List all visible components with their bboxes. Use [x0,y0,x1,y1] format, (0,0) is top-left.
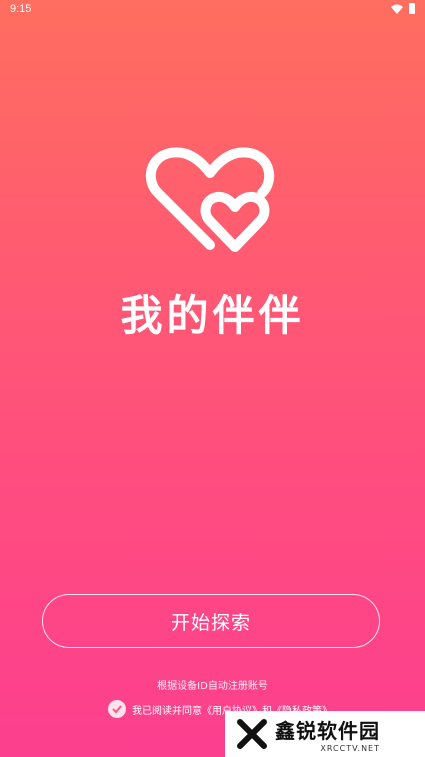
watermark-x-logo-icon [237,719,267,749]
app-name: 我的伴伴 [120,291,305,340]
hearts-logo-icon [145,147,275,252]
wifi-icon [391,4,403,14]
watermark-name: 鑫锐软件园 [275,719,380,743]
register-hint: 根据设备ID自动注册账号 [157,681,268,692]
battery-icon [409,3,415,14]
status-time: 9:15 [10,3,32,15]
start-explore-button[interactable]: 开始探索 [42,594,380,648]
check-icon[interactable] [108,700,126,718]
watermark: 鑫锐软件园 XRCCTV.NET [225,711,425,757]
watermark-url: XRCCTV.NET [320,744,380,753]
status-bar: 9:15 [0,0,425,22]
status-icons [391,3,415,14]
